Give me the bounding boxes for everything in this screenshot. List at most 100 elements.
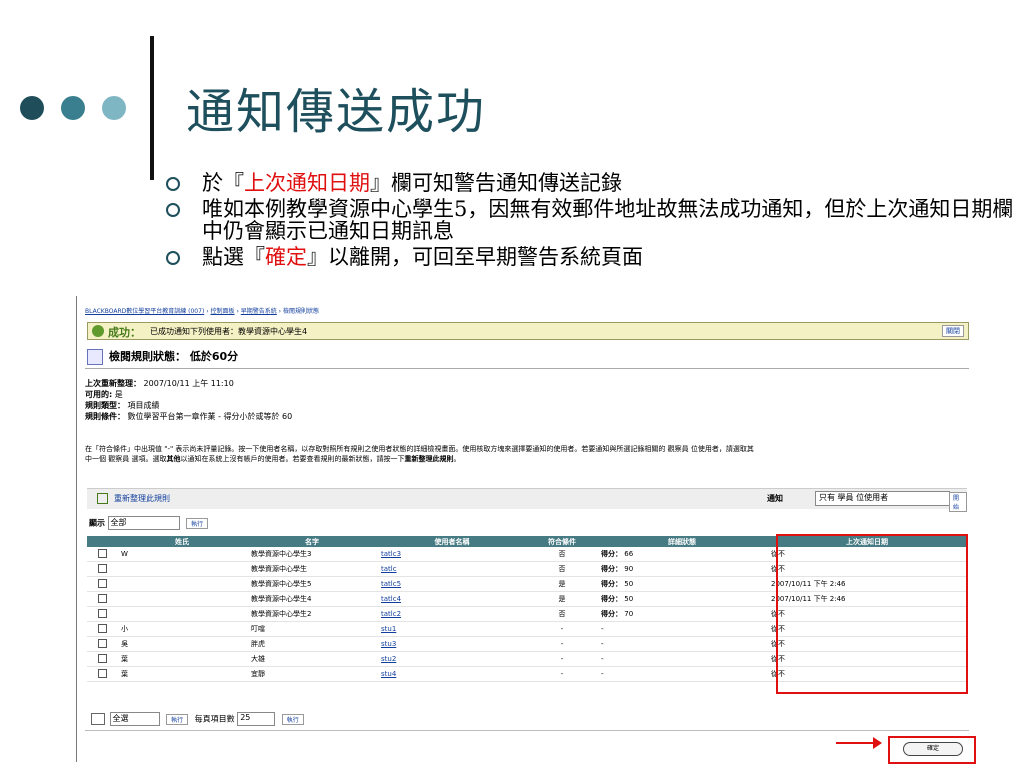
highlight-box-ok [888, 736, 976, 764]
cell-username-link[interactable]: tatlc3 [381, 550, 401, 558]
highlight-box-last-notified [776, 534, 968, 694]
cell-match: 否 [527, 606, 597, 622]
rule-meta: 上次重新整理： 2007/10/11 上午 11:10 可用的: 是 規則類型：… [85, 378, 292, 422]
decor-dot-1 [20, 96, 44, 120]
breadcrumb-early-warning-link[interactable]: 早期警告系統 [241, 308, 277, 315]
cell-detail: - [597, 621, 767, 637]
row-checkbox[interactable] [97, 593, 107, 603]
instructions-part: 中一個 觀察員 選項。選取 [85, 455, 167, 463]
bullet-text: 於『 [202, 171, 244, 195]
refresh-rule-link[interactable]: 重新整理此規則 [97, 493, 170, 504]
per-page-run-button[interactable]: 執行 [281, 713, 304, 725]
cell-username-link[interactable]: tatlc4 [381, 595, 401, 603]
score-value: 50 [624, 595, 634, 603]
bullet-highlight: 確定 [265, 245, 307, 269]
cell-match: - [527, 666, 597, 682]
bullet-circle-icon [166, 203, 180, 217]
cell-match: - [527, 636, 597, 652]
close-button[interactable]: 關閉 [942, 325, 964, 337]
meta-row: 規則條件： 數位學習平台第一章作業 - 得分小於或等於 60 [85, 411, 292, 422]
breadcrumb-control-panel-link[interactable]: 控制面板 [211, 308, 235, 315]
show-label: 顯示 [89, 518, 105, 528]
notify-select[interactable]: 只有 學員 位使用者 [815, 491, 950, 506]
cell-last-name [117, 576, 247, 592]
cell-last-name: 吳 [117, 636, 247, 652]
review-rule-icon [87, 349, 103, 365]
refresh-rule-label: 重新整理此規則 [114, 494, 170, 503]
cell-username-link[interactable]: stu1 [381, 625, 396, 633]
cell-detail: - [597, 636, 767, 652]
breadcrumb-course-link[interactable]: BLACKBOARD數位學習平台教育訓練 (007) [85, 308, 204, 315]
success-label: 成功： [108, 326, 141, 339]
cell-first-name: 教學資源中心學生5 [247, 576, 377, 592]
col-first-name[interactable]: 名字 [247, 536, 377, 547]
meta-value: 數位學習平台第一章作業 - 得分小於或等於 60 [127, 412, 293, 421]
row-checkbox[interactable] [97, 623, 107, 633]
cell-detail: 得分： 70 [597, 606, 767, 622]
row-checkbox[interactable] [97, 668, 107, 678]
page-title-text: 檢閱規則狀態： 低於60分 [109, 350, 239, 363]
divider [85, 730, 969, 731]
row-checkbox[interactable] [97, 578, 107, 588]
cell-match: 是 [527, 576, 597, 592]
cell-detail: 得分： 66 [597, 547, 767, 562]
cell-username-link[interactable]: stu2 [381, 655, 396, 663]
score-value: 90 [624, 565, 634, 573]
col-username[interactable]: 使用者名稱 [377, 536, 527, 547]
bullet-highlight: 上次通知日期 [244, 171, 370, 195]
per-page-label: 每頁項目數 [194, 714, 235, 724]
bullet-text: 』以離開，可回至早期警告系統頁面 [307, 245, 643, 269]
bullet-text: 唯如本例教學資源中心學生5，因無有效郵件地址故無法成功通知，但於上次通知日期欄中… [202, 197, 1014, 243]
col-detail: 詳細狀態 [597, 536, 767, 547]
bulk-select[interactable]: 全選 [109, 712, 160, 726]
col-match[interactable]: 符合條件 [527, 536, 597, 547]
row-checkbox[interactable] [97, 638, 107, 648]
score-value: 70 [624, 610, 634, 618]
score-label: 得分： [601, 565, 622, 573]
bulk-run-button[interactable]: 執行 [166, 713, 189, 725]
bullet-circle-icon [166, 251, 180, 265]
cell-last-name: 小 [117, 621, 247, 637]
cell-last-name [117, 561, 247, 577]
col-last-name[interactable]: 姓氏 [117, 536, 247, 547]
cell-first-name: 叮噹 [247, 621, 377, 637]
row-checkbox[interactable] [97, 548, 107, 558]
cell-last-name [117, 591, 247, 607]
cell-username-link[interactable]: stu3 [381, 640, 396, 648]
cell-username-link[interactable]: tatlc5 [381, 580, 401, 588]
cell-detail: 得分： 90 [597, 561, 767, 577]
row-checkbox[interactable] [97, 563, 107, 573]
cell-first-name: 胖虎 [247, 636, 377, 652]
row-checkbox[interactable] [97, 653, 107, 663]
decor-dot-3 [102, 96, 126, 120]
show-select[interactable]: 全部 [107, 516, 180, 530]
bottom-controls: 全選 執行 每頁項目數 25 執行 [91, 712, 308, 726]
cell-last-name: 葉 [117, 666, 247, 682]
meta-row: 可用的: 是 [85, 389, 292, 400]
title-divider [150, 36, 154, 180]
col-select [87, 536, 117, 547]
decor-dot-2 [61, 96, 85, 120]
cell-first-name: 大雄 [247, 651, 377, 667]
refresh-icon [97, 493, 108, 504]
cell-username-link[interactable]: tatlc2 [381, 610, 401, 618]
bullet-item: 唯如本例教學資源中心學生5，因無有效郵件地址故無法成功通知，但於上次通知日期欄中… [166, 198, 1016, 242]
per-page-select[interactable]: 25 [237, 712, 276, 726]
show-run-button[interactable]: 執行 [186, 517, 209, 529]
score-label: 得分： [601, 550, 622, 558]
cell-detail: 得分： 50 [597, 576, 767, 592]
bullet-item: 點選『確定』以離開，可回至早期警告系統頁面 [166, 246, 1016, 268]
row-checkbox[interactable] [97, 608, 107, 618]
breadcrumb: BLACKBOARD數位學習平台教育訓練 (007) › 控制面板 › 早期警告… [85, 308, 319, 315]
bullet-list: 於『上次通知日期』欄可知警告通知傳送記錄 唯如本例教學資源中心學生5，因無有效郵… [166, 172, 1016, 272]
go-button[interactable]: 開始 [949, 492, 967, 512]
bullet-text: 點選『 [202, 245, 265, 269]
cell-username-link[interactable]: tatlc [381, 565, 397, 573]
success-banner: 成功： 已成功通知下列使用者：教學資源中心學生4 關閉 [87, 322, 969, 340]
cell-username-link[interactable]: stu4 [381, 670, 396, 678]
cell-match: 否 [527, 561, 597, 577]
instructions-bold: 重新整理此規則 [404, 455, 454, 463]
action-bar: 重新整理此規則 通知 只有 學員 位使用者 開始 [87, 488, 967, 512]
meta-value: 2007/10/11 上午 11:10 [143, 379, 234, 388]
bullet-text: 』欄可知警告通知傳送記錄 [370, 171, 622, 195]
